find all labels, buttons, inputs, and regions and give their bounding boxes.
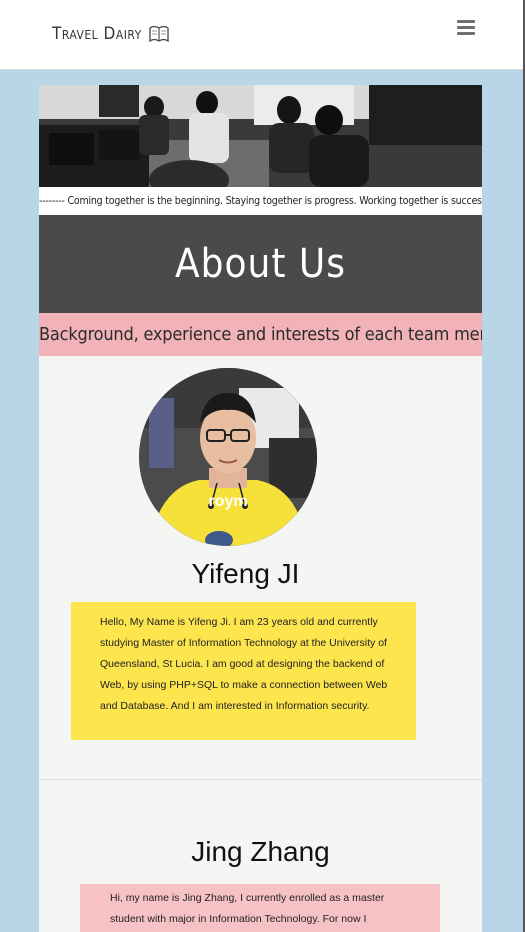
member-bio: Hi, my name is Jing Zhang, I currently e… — [80, 884, 440, 932]
member-name: Yifeng JI — [191, 558, 300, 589]
hamburger-menu-icon[interactable] — [457, 20, 475, 36]
svg-text:roym: roym — [208, 493, 247, 510]
top-navbar: Travel Dairy — [0, 0, 523, 70]
book-icon — [148, 24, 170, 44]
section-subtitle: Background, experience and interests of … — [39, 313, 482, 356]
page-title: About Us — [39, 215, 482, 313]
avatar: roym — [139, 368, 317, 546]
brand-name: Travel Dairy — [52, 24, 142, 44]
brand-logo[interactable]: Travel Dairy — [52, 24, 170, 44]
member-name: Jing Zhang — [191, 836, 330, 867]
hero-quote: -------- Coming together is the beginnin… — [39, 187, 482, 215]
main-content: -------- Coming together is the beginnin… — [39, 85, 482, 932]
hero-photo — [39, 85, 482, 187]
team-member-card: roym Yifeng JI Hello, My Name is Yifeng … — [39, 356, 482, 780]
member-bio: Hello, My Name is Yifeng Ji. I am 23 yea… — [71, 602, 416, 740]
